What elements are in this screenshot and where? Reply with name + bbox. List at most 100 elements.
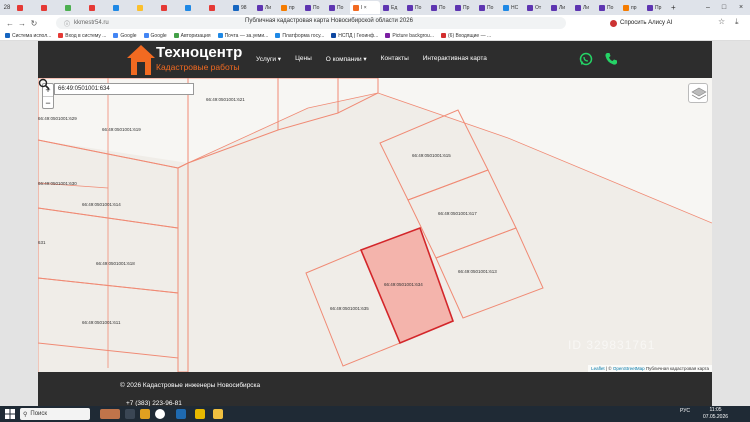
tab-favicon-icon bbox=[407, 4, 413, 11]
forward-icon[interactable]: → bbox=[16, 19, 28, 28]
browser-tab[interactable] bbox=[134, 1, 158, 14]
search-value: 66:49:0501001:634 bbox=[58, 86, 110, 92]
tab-favicon-icon bbox=[527, 4, 533, 11]
browser-tab[interactable] bbox=[110, 1, 134, 14]
bookmark-item[interactable]: Google bbox=[143, 33, 167, 39]
browser-tab[interactable]: По bbox=[404, 1, 428, 14]
tab-favicon-icon bbox=[575, 4, 581, 11]
bookmark-star-icon[interactable]: ☆ bbox=[718, 17, 725, 26]
tab-favicon-icon bbox=[305, 4, 311, 11]
bookmark-item[interactable]: Почта — за.уеми... bbox=[217, 33, 268, 39]
alice-button[interactable]: Спросить Алису AI bbox=[610, 17, 672, 29]
nav-about[interactable]: О компании ▾ bbox=[326, 55, 367, 63]
tab-favicon-icon bbox=[65, 4, 71, 11]
taskbar-star-icon[interactable] bbox=[195, 409, 205, 419]
windows-start-icon[interactable] bbox=[5, 409, 15, 419]
browser-tab[interactable]: I × bbox=[350, 1, 380, 14]
cadastral-search-input[interactable]: 66:49:0501001:634 bbox=[54, 83, 194, 95]
taskbar-app-icon[interactable] bbox=[176, 409, 186, 419]
logo-title[interactable]: Техноцентр bbox=[156, 44, 242, 61]
nav-prices[interactable]: Цены bbox=[295, 55, 312, 63]
download-icon[interactable]: ⤓ bbox=[735, 17, 739, 27]
browser-tab[interactable]: пр bbox=[278, 1, 302, 14]
tab-favicon-icon bbox=[551, 4, 557, 11]
bookmark-item[interactable]: Авторизация bbox=[173, 33, 211, 39]
browser-tab[interactable]: пр bbox=[620, 1, 644, 14]
zoom-out-button[interactable]: − bbox=[43, 96, 53, 108]
browser-tab[interactable] bbox=[62, 1, 86, 14]
browser-tab[interactable]: Пр bbox=[644, 1, 668, 14]
site-info-icon[interactable]: ⓘ bbox=[64, 19, 70, 28]
reload-icon[interactable]: ↻ bbox=[28, 19, 40, 28]
bookmark-favicon-icon bbox=[441, 33, 446, 38]
browser-tab[interactable]: По bbox=[326, 1, 350, 14]
tab-favicon-icon bbox=[113, 4, 119, 11]
browser-tab[interactable] bbox=[182, 1, 206, 14]
browser-tab[interactable] bbox=[206, 1, 230, 14]
browser-tab[interactable] bbox=[14, 1, 38, 14]
tab-label: Ли bbox=[559, 4, 566, 11]
phone-icon[interactable] bbox=[604, 52, 618, 66]
nav-services[interactable]: Услуги ▾ bbox=[256, 55, 281, 63]
leaflet-link[interactable]: Leaflet bbox=[591, 366, 605, 371]
browser-tab[interactable]: Пр bbox=[452, 1, 476, 14]
back-icon[interactable]: ← bbox=[4, 19, 16, 28]
browser-tab[interactable]: По bbox=[596, 1, 620, 14]
taskbar-search-label: Поиск bbox=[30, 411, 48, 417]
task-view-icon[interactable] bbox=[125, 409, 135, 419]
logo-subtitle: Кадастровые работы bbox=[156, 62, 240, 72]
taskbar-clock[interactable]: 11:05 07.05.2026 bbox=[703, 407, 728, 421]
parcel-boundary[interactable] bbox=[177, 162, 189, 372]
close-window-button[interactable]: × bbox=[733, 0, 749, 15]
yandex-browser-icon[interactable] bbox=[155, 409, 165, 419]
tab-label: По bbox=[607, 4, 614, 11]
taskbar-widget-icon[interactable] bbox=[100, 409, 120, 419]
maximize-button[interactable]: □ bbox=[716, 0, 732, 15]
page-title: Публичная кадастровая карта Новосибирско… bbox=[245, 18, 413, 24]
browser-tab[interactable]: От bbox=[524, 1, 548, 14]
browser-tab[interactable]: НС bbox=[500, 1, 524, 14]
new-tab-button[interactable]: + bbox=[668, 1, 679, 14]
map-canvas[interactable]: 66:49:0501001:621 66:49:0501001:619 66:49:… bbox=[38, 78, 712, 372]
osm-link[interactable]: OpenStreetMap bbox=[613, 366, 645, 371]
search-icon[interactable] bbox=[38, 78, 50, 90]
browser-tab[interactable]: 98 bbox=[230, 1, 254, 14]
bookmark-item[interactable]: Вход в систему ... bbox=[58, 33, 106, 39]
bookmark-item[interactable]: Google bbox=[113, 33, 137, 39]
browser-tab[interactable]: По bbox=[428, 1, 452, 14]
cadastral-map[interactable]: 66:49:0501001:621 66:49:0501001:619 66:49:… bbox=[38, 78, 712, 372]
minimize-button[interactable]: – bbox=[700, 0, 716, 15]
browser-tab[interactable]: По bbox=[476, 1, 500, 14]
bookmark-item[interactable]: Система испол... bbox=[5, 33, 51, 39]
taskbar-folder-icon[interactable] bbox=[213, 409, 223, 419]
bookmark-item[interactable]: НСПД | Геоинф... bbox=[331, 33, 378, 39]
tab-favicon-icon bbox=[161, 4, 167, 11]
parcel-label: 66:49:0501001:614 bbox=[82, 202, 121, 207]
browser-tab[interactable] bbox=[38, 1, 62, 14]
tab-favicon-icon bbox=[623, 4, 629, 11]
browser-tab[interactable]: Ли bbox=[254, 1, 278, 14]
browser-tab[interactable] bbox=[158, 1, 182, 14]
bookmark-item[interactable]: Платформа госу... bbox=[275, 33, 324, 39]
browser-tab-strip: 28 98 Ли пр По По I × Ед По По Пр По НС От Ли Ли По пр Пр… bbox=[0, 0, 750, 15]
nav-interactive-map[interactable]: Интерактивная карта bbox=[423, 55, 487, 63]
browser-tab[interactable] bbox=[86, 1, 110, 14]
bookmark-item[interactable]: Picture backgrou... bbox=[385, 33, 434, 39]
browser-tab[interactable]: Ли bbox=[548, 1, 572, 14]
taskbar-search[interactable]: ⚲ Поиск bbox=[20, 408, 90, 420]
browser-tab[interactable]: Ед bbox=[380, 1, 404, 14]
house-logo-icon[interactable] bbox=[127, 45, 155, 75]
tab-label: По bbox=[487, 4, 494, 11]
bookmark-favicon-icon bbox=[385, 33, 391, 38]
parcel-label: 631 bbox=[38, 240, 46, 245]
whatsapp-icon[interactable] bbox=[579, 52, 593, 66]
nav-contacts[interactable]: Контакты bbox=[381, 55, 409, 63]
bookmark-item[interactable]: (6) Входящие — ... bbox=[441, 33, 491, 39]
layers-control[interactable] bbox=[688, 83, 708, 103]
browser-tab[interactable]: Ли bbox=[572, 1, 596, 14]
tab-favicon-icon bbox=[455, 4, 461, 11]
tray-language[interactable]: РУС bbox=[680, 408, 690, 414]
file-explorer-icon[interactable] bbox=[140, 409, 150, 419]
tab-count[interactable]: 28 bbox=[0, 5, 14, 11]
browser-tab[interactable]: По bbox=[302, 1, 326, 14]
